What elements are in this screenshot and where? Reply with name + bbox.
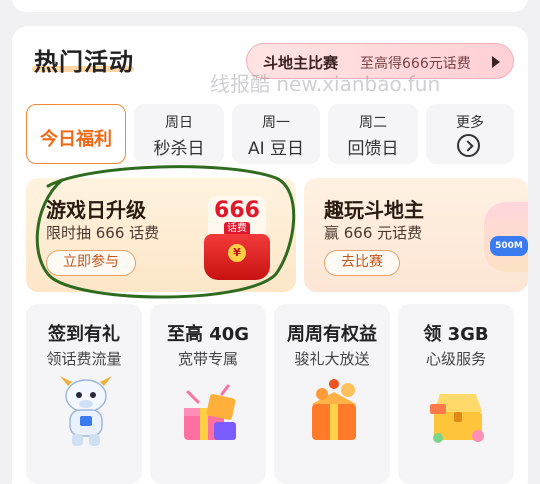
tab-more[interactable]: 更多: [426, 104, 514, 164]
service-broadband[interactable]: 至高 40G 宽带专属: [150, 304, 266, 484]
tab-day: 更多: [456, 115, 484, 131]
service-title: 周周有权益: [287, 324, 377, 345]
go-contest-button[interactable]: 去比赛: [324, 250, 400, 276]
tab-sunday[interactable]: 周日 秒杀日: [134, 104, 224, 164]
play-arrow-icon: [492, 56, 500, 68]
tab-monday[interactable]: 周一 AI 豆日: [232, 104, 320, 164]
activity-title: 趣玩斗地主: [324, 198, 424, 222]
chevron-right-circle-icon: [457, 134, 480, 157]
gift-box-orange-icon: [312, 379, 356, 440]
service-title: 至高 40G: [166, 324, 250, 345]
service-subtitle: 心级服务: [425, 350, 486, 368]
gift-box-pink-icon: [184, 384, 236, 440]
tab-day: 周二: [359, 115, 387, 131]
previous-card: [12, 0, 528, 12]
treasure-chest-icon: [430, 394, 484, 443]
service-weekly-benefits[interactable]: 周周有权益 骏礼大放送: [274, 304, 390, 484]
section-title: 热门活动: [34, 48, 134, 76]
hand-drawn-circle: [35, 165, 296, 299]
tab-day: 周一: [262, 115, 290, 131]
tab-today-welfare[interactable]: 今日福利: [26, 104, 126, 164]
tab-label: 今日福利: [40, 129, 112, 150]
service-title: 签到有礼: [48, 324, 120, 345]
service-sign-in[interactable]: 签到有礼 领话费流量: [26, 304, 142, 484]
watermark: 线报酷 new.xianbao.fun: [210, 72, 441, 96]
service-subtitle: 宽带专属: [177, 350, 238, 368]
mascot-ox-icon: [60, 376, 112, 446]
activity-landlord-card[interactable]: 趣玩斗地主 赢 666 元话费 去比赛 500M: [304, 178, 528, 292]
service-subtitle: 骏礼大放送: [294, 350, 370, 368]
service-subtitle: 领话费流量: [46, 350, 122, 368]
tab-name: 回馈日: [347, 139, 399, 159]
data-tag: 500M: [490, 236, 528, 256]
service-title: 领 3GB: [423, 324, 489, 345]
gift-decoration-icon: 500M: [484, 202, 528, 272]
service-3gb[interactable]: 领 3GB 心级服务: [398, 304, 514, 484]
activity-subtitle: 赢 666 元话费: [324, 224, 423, 242]
tab-day: 周日: [165, 115, 193, 131]
tab-tuesday[interactable]: 周二 回馈日: [328, 104, 418, 164]
